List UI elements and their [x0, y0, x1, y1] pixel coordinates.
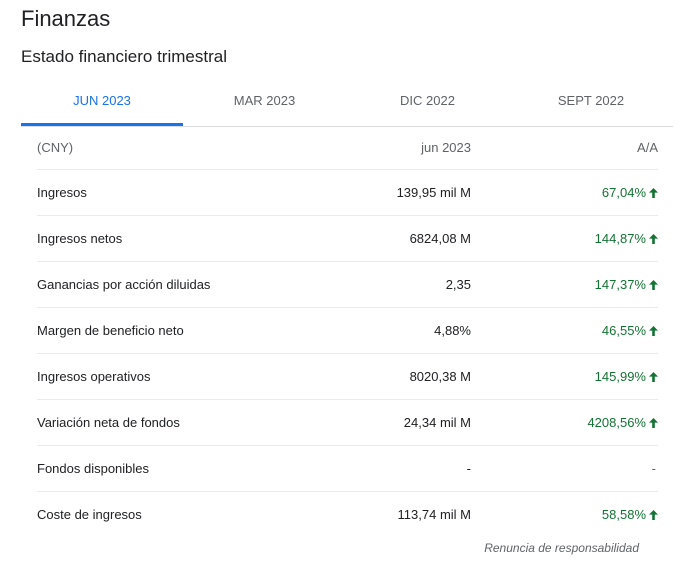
currency-header: (CNY)	[37, 140, 74, 155]
metric-label: Coste de ingresos	[37, 507, 142, 522]
metric-label: Ingresos netos	[37, 231, 123, 246]
metric-change-text: 4208,56%	[587, 415, 646, 430]
period-tabs: JUN 2023 MAR 2023 DIC 2022 SEPT 2022	[21, 76, 673, 127]
metric-change: 58,58%	[602, 492, 658, 537]
metric-value: 113,74 mil M	[397, 507, 471, 522]
metric-change: 145,99%	[595, 354, 658, 399]
table-row: Ingresos 139,95 mil M 67,04%	[37, 170, 658, 216]
metric-change: 46,55%	[602, 308, 658, 353]
tab-dic-2022[interactable]: DIC 2022	[346, 76, 509, 125]
metric-label: Variación neta de fondos	[37, 415, 180, 430]
metric-change: 4208,56%	[587, 400, 658, 445]
table-row: Fondos disponibles - -	[37, 446, 658, 492]
arrow-up-icon	[649, 418, 658, 428]
table-header-row: (CNY) jun 2023 A/A	[37, 126, 658, 170]
metric-change: 147,37%	[595, 262, 658, 307]
table-row: Ingresos netos 6824,08 M 144,87%	[37, 216, 658, 262]
metric-label: Ingresos operativos	[37, 369, 151, 384]
table-row: Coste de ingresos 113,74 mil M 58,58%	[37, 492, 658, 537]
tab-sept-2022[interactable]: SEPT 2022	[509, 76, 673, 125]
arrow-up-icon	[649, 510, 658, 520]
change-header: A/A	[637, 140, 658, 155]
tab-mar-2023[interactable]: MAR 2023	[183, 76, 346, 125]
metric-value: 6824,08 M	[409, 231, 471, 246]
arrow-up-icon	[649, 188, 658, 198]
arrow-up-icon	[649, 372, 658, 382]
metric-label: Margen de beneficio neto	[37, 323, 184, 338]
metric-value: 2,35	[445, 277, 471, 292]
table-row: Margen de beneficio neto 4,88% 46,55%	[37, 308, 658, 354]
metric-value: 24,34 mil M	[403, 415, 471, 430]
section-title: Finanzas	[21, 6, 111, 31]
metric-change-text: 67,04%	[601, 185, 646, 200]
metric-label: Fondos disponibles	[37, 461, 150, 476]
metric-label: Ingresos	[37, 185, 87, 200]
metric-change: 144,87%	[595, 216, 658, 261]
table-row: Ganancias por acción diluidas 2,35 147,37%	[37, 262, 658, 308]
metric-value: -	[466, 461, 471, 476]
metric-value: 4,88%	[434, 323, 471, 338]
period-header: jun 2023	[421, 140, 471, 155]
metric-change: 67,04%	[602, 170, 658, 215]
arrow-up-icon	[649, 280, 658, 290]
arrow-up-icon	[649, 234, 658, 244]
metric-change-text: 145,99%	[594, 369, 646, 384]
metric-change-text: -	[651, 461, 656, 476]
metric-change-text: 144,87%	[594, 231, 646, 246]
metric-value: 139,95 mil M	[396, 185, 471, 200]
metric-change-text: 46,55%	[601, 323, 646, 338]
metric-change: -	[652, 446, 658, 491]
arrow-up-icon	[649, 326, 658, 336]
disclaimer-link[interactable]: Renuncia de responsabilidad	[484, 541, 639, 555]
tab-jun-2023[interactable]: JUN 2023	[21, 76, 183, 126]
table-row: Variación neta de fondos 24,34 mil M 4208,…	[37, 400, 658, 446]
financial-table: (CNY) jun 2023 A/A Ingresos 139,95 mil M 6…	[37, 126, 658, 537]
metric-change-text: 58,58%	[601, 507, 646, 522]
metric-change-text: 147,37%	[594, 277, 646, 292]
metric-label: Ganancias por acción diluidas	[37, 277, 211, 292]
section-subtitle: Estado financiero trimestral	[21, 47, 227, 66]
metric-value: 8020,38 M	[409, 369, 471, 384]
table-row: Ingresos operativos 8020,38 M 145,99%	[37, 354, 658, 400]
